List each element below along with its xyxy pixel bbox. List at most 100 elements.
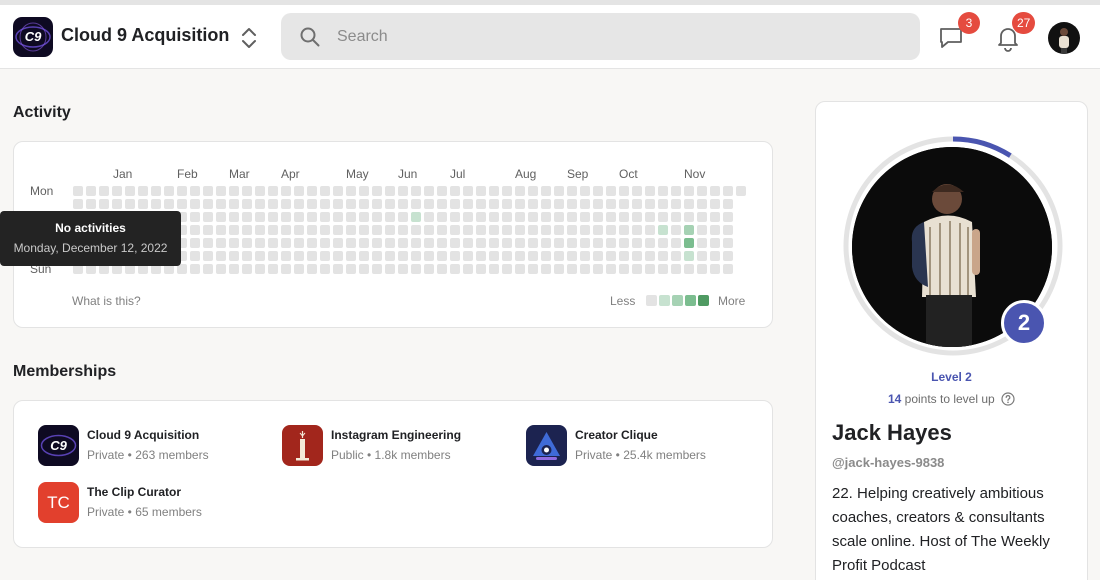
activity-day-cell[interactable] (606, 251, 616, 261)
activity-day-cell[interactable] (580, 199, 590, 209)
activity-day-cell[interactable] (216, 225, 226, 235)
activity-day-cell[interactable] (229, 251, 239, 261)
activity-day-cell[interactable] (554, 251, 564, 261)
activity-day-cell[interactable] (229, 238, 239, 248)
activity-day-cell[interactable] (346, 186, 356, 196)
activity-day-cell[interactable] (723, 225, 733, 235)
activity-day-cell[interactable] (333, 199, 343, 209)
activity-day-cell[interactable] (372, 251, 382, 261)
activity-day-cell[interactable] (333, 238, 343, 248)
activity-day-cell[interactable] (710, 238, 720, 248)
activity-day-cell[interactable] (489, 225, 499, 235)
activity-day-cell[interactable] (632, 264, 642, 274)
activity-day-cell[interactable] (593, 251, 603, 261)
activity-day-cell[interactable] (255, 225, 265, 235)
activity-day-cell[interactable] (255, 238, 265, 248)
activity-day-cell[interactable] (450, 238, 460, 248)
activity-day-cell[interactable] (697, 199, 707, 209)
activity-day-cell[interactable] (437, 186, 447, 196)
activity-day-cell[interactable] (450, 225, 460, 235)
activity-day-cell[interactable] (632, 225, 642, 235)
activity-day-cell[interactable] (554, 264, 564, 274)
activity-day-cell[interactable] (658, 251, 668, 261)
activity-day-cell[interactable] (619, 199, 629, 209)
activity-day-cell[interactable] (294, 199, 304, 209)
activity-day-cell[interactable] (424, 186, 434, 196)
activity-day-cell[interactable] (411, 264, 421, 274)
activity-day-cell[interactable] (424, 238, 434, 248)
membership-item[interactable]: TC The Clip Curator Private • 65 members (38, 482, 268, 524)
activity-day-cell[interactable] (242, 199, 252, 209)
activity-day-cell[interactable] (151, 186, 161, 196)
activity-day-cell[interactable] (424, 212, 434, 222)
activity-day-cell[interactable] (554, 225, 564, 235)
activity-day-cell[interactable] (593, 238, 603, 248)
search-bar[interactable] (281, 13, 920, 60)
activity-day-cell[interactable] (333, 212, 343, 222)
activity-day-cell[interactable] (203, 238, 213, 248)
activity-day-cell[interactable] (502, 186, 512, 196)
activity-day-cell[interactable] (294, 264, 304, 274)
activity-day-cell[interactable] (398, 186, 408, 196)
activity-day-cell[interactable] (255, 186, 265, 196)
activity-day-cell[interactable] (359, 199, 369, 209)
activity-day-cell[interactable] (450, 251, 460, 261)
activity-day-cell[interactable] (164, 199, 174, 209)
activity-day-cell[interactable] (281, 238, 291, 248)
activity-day-cell[interactable] (307, 225, 317, 235)
activity-day-cell[interactable] (411, 186, 421, 196)
notifications-button[interactable]: 27 (993, 12, 1036, 53)
activity-day-cell[interactable] (671, 238, 681, 248)
activity-day-cell[interactable] (463, 212, 473, 222)
activity-day-cell[interactable] (372, 264, 382, 274)
activity-day-cell[interactable] (658, 264, 668, 274)
activity-day-cell[interactable] (437, 264, 447, 274)
activity-day-cell[interactable] (593, 264, 603, 274)
activity-day-cell[interactable] (619, 251, 629, 261)
activity-day-cell[interactable] (190, 225, 200, 235)
activity-day-cell[interactable] (320, 186, 330, 196)
activity-day-cell[interactable] (437, 225, 447, 235)
activity-day-cell[interactable] (320, 238, 330, 248)
activity-day-cell[interactable] (697, 251, 707, 261)
activity-day-cell[interactable] (502, 238, 512, 248)
activity-day-cell[interactable] (281, 199, 291, 209)
activity-day-cell[interactable] (619, 212, 629, 222)
user-avatar[interactable] (1048, 22, 1080, 54)
activity-day-cell[interactable] (294, 186, 304, 196)
activity-day-cell[interactable] (86, 199, 96, 209)
activity-day-cell[interactable] (684, 212, 694, 222)
activity-day-cell[interactable] (346, 251, 356, 261)
activity-day-cell[interactable] (476, 225, 486, 235)
activity-day-cell[interactable] (229, 186, 239, 196)
chat-button[interactable]: 3 (937, 12, 980, 53)
activity-day-cell[interactable] (476, 264, 486, 274)
activity-day-cell[interactable] (190, 251, 200, 261)
activity-day-cell[interactable] (385, 264, 395, 274)
activity-day-cell[interactable] (671, 225, 681, 235)
activity-day-cell[interactable] (411, 225, 421, 235)
activity-day-cell[interactable] (463, 238, 473, 248)
activity-day-cell[interactable] (463, 251, 473, 261)
activity-day-cell[interactable] (229, 212, 239, 222)
activity-day-cell[interactable] (593, 225, 603, 235)
activity-day-cell[interactable] (502, 212, 512, 222)
membership-item[interactable]: Creator Clique Private • 25.4k members (526, 425, 756, 467)
activity-day-cell[interactable] (320, 251, 330, 261)
activity-day-cell[interactable] (606, 225, 616, 235)
activity-day-cell[interactable] (710, 264, 720, 274)
activity-day-cell[interactable] (502, 199, 512, 209)
activity-day-cell[interactable] (645, 212, 655, 222)
activity-day-cell[interactable] (268, 251, 278, 261)
activity-day-cell[interactable] (515, 264, 525, 274)
activity-day-cell[interactable] (606, 186, 616, 196)
activity-day-cell[interactable] (268, 212, 278, 222)
activity-day-cell[interactable] (346, 212, 356, 222)
activity-day-cell[interactable] (658, 225, 668, 235)
activity-day-cell[interactable] (580, 264, 590, 274)
activity-day-cell[interactable] (619, 238, 629, 248)
activity-day-cell[interactable] (489, 186, 499, 196)
activity-day-cell[interactable] (697, 238, 707, 248)
activity-day-cell[interactable] (359, 251, 369, 261)
activity-day-cell[interactable] (242, 225, 252, 235)
